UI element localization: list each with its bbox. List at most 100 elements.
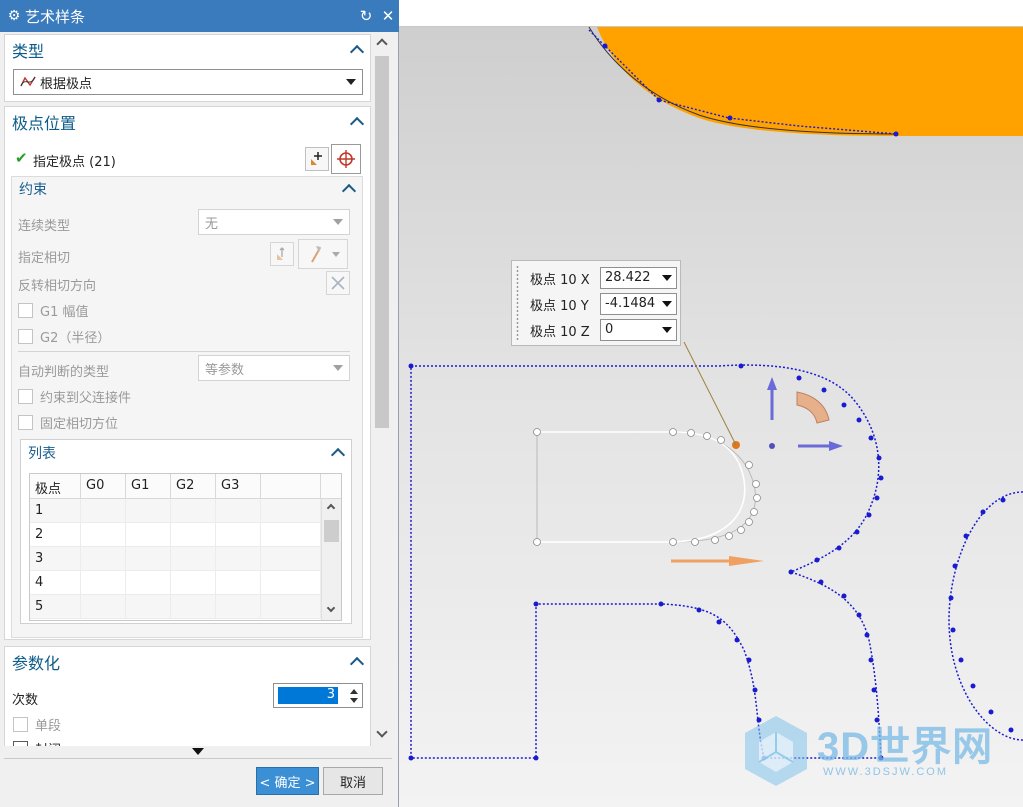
chevron-down-icon[interactable] [662,327,672,333]
model-canvas[interactable] [399,0,1023,807]
scroll-down-icon[interactable] [376,726,388,738]
continuity-dropdown[interactable]: 无 [198,209,350,235]
inferred-type-dropdown[interactable]: 等参数 [198,355,350,381]
fix-tangent-checkbox[interactable] [18,415,33,430]
g1-label: G1 幅值 [40,305,89,320]
column-header[interactable]: G0 [81,474,126,498]
coord-row-z: 极点 10 Z 0 [530,318,677,342]
collapse-icon[interactable] [350,117,364,127]
reset-icon[interactable]: ↻ [355,7,377,25]
pole-section-header[interactable]: 极点位置 [5,107,370,137]
g2-checkbox[interactable] [18,329,33,344]
scroll-up-icon[interactable] [376,38,388,50]
table-row[interactable]: 4 [30,571,341,595]
type-dropdown[interactable]: 根据极点 [13,69,363,95]
coord-y-value[interactable]: -4.1484 [605,296,655,311]
continuity-label: 连续类型 [18,219,71,234]
letter-o-outline [948,491,1023,741]
drag-handle[interactable] [515,265,520,341]
row-index: 3 [30,547,81,570]
collapse-icon[interactable] [342,184,356,194]
param-section-header[interactable]: 参数化 [5,647,370,677]
check-icon: ✔ [15,149,28,167]
chevron-down-icon[interactable] [662,275,672,281]
increment-icon[interactable] [350,689,358,694]
row-index: 2 [30,523,81,546]
g2-label: G2（半径） [40,331,111,346]
close-icon[interactable]: ✕ [377,7,399,25]
table-row[interactable]: 5 [30,595,341,619]
decrement-icon[interactable] [350,698,358,703]
scrollbar-thumb[interactable] [324,520,339,542]
single-segment-checkbox[interactable] [13,717,28,732]
column-header[interactable]: G3 [216,474,261,498]
chevron-down-icon [346,79,356,85]
coord-row-x: 极点 10 X 28.422 [530,266,677,290]
graphics-viewport[interactable]: 极点 10 X 28.422 极点 10 Y -4.1484 极点 10 Z 0 [399,0,1023,807]
inferred-type-value: 等参数 [205,362,245,378]
ok-button[interactable]: < 确定 > [256,767,319,795]
constraint-subsection: 约束 连续类型 无 指定相切 反转相切方向 G1 幅值 G2（半径） 自动判断的… [11,176,363,638]
table-row[interactable]: 3 [30,547,341,571]
dialog-titlebar: ⚙ 艺术样条 ↻ ✕ [0,0,399,32]
constraint-header[interactable]: 约束 [12,177,362,201]
gear-icon[interactable]: ⚙ [3,8,25,24]
watermark: 3D世界网 WWW.3DSJW.COM [737,708,1007,798]
collapse-icon[interactable] [331,448,345,458]
watermark-url: WWW.3DSJW.COM [823,766,948,778]
coord-x-value[interactable]: 28.422 [605,270,651,285]
coord-x-field[interactable]: 28.422 [600,267,677,289]
partial-label: 封闭 [35,739,61,746]
dialog-scrollbar[interactable] [372,34,392,746]
param-section-title: 参数化 [12,654,61,673]
point-constructor-icon[interactable] [331,144,361,174]
chevron-down-icon [333,365,343,371]
column-header [261,474,321,498]
column-header[interactable]: 极点 [30,474,81,498]
collapse-icon[interactable] [350,45,364,55]
manipulator-handles[interactable] [671,377,843,566]
collapse-icon[interactable] [350,657,364,667]
expand-more-icon[interactable] [192,748,204,755]
table-row[interactable]: 1 [30,499,341,523]
spline-poles-icon [20,76,36,87]
type-section-header[interactable]: 类型 [5,35,370,65]
coord-z-field[interactable]: 0 [600,319,677,341]
reverse-direction-icon[interactable] [326,271,350,295]
constraint-title: 约束 [19,182,47,198]
list-header[interactable]: 列表 [21,440,351,466]
degree-stepper[interactable]: 3 [273,683,363,708]
g1-checkbox[interactable] [18,303,33,318]
coord-z-label: 极点 10 Z [530,324,590,340]
tangent-vector-icon[interactable] [270,242,294,266]
cancel-button[interactable]: 取消 [323,767,383,795]
add-pole-icon[interactable] [305,147,329,171]
scroll-down-icon[interactable] [326,603,336,613]
vector-icon [311,246,321,263]
column-header[interactable]: G2 [171,474,216,498]
type-section: 类型 根据极点 [4,34,371,102]
dialog-scroll-area: 类型 根据极点 极点位置 ✔ 指定极点 (21) 约束 连续类型 无 指定相切 … [0,32,394,746]
pole-coordinate-box: 极点 10 X 28.422 极点 10 Y -4.1484 极点 10 Z 0 [511,260,681,346]
list-subsection: 列表 极点 G0 G1 G2 G3 1 2 3 4 5 [20,439,352,624]
row-index: 4 [30,571,81,594]
vector-dropdown[interactable] [298,239,348,269]
coord-z-value[interactable]: 0 [605,322,613,337]
letter-o-poles [948,497,1014,733]
partial-checkbox[interactable] [13,741,28,746]
row-index: 5 [30,595,81,618]
specify-pole-label: 指定极点 (21) [33,155,116,170]
coord-y-field[interactable]: -4.1484 [600,293,677,315]
table-scrollbar[interactable] [321,499,341,620]
degree-value[interactable]: 3 [278,687,338,704]
coord-row-y: 极点 10 Y -4.1484 [530,292,677,316]
constrain-parent-checkbox[interactable] [18,389,33,404]
table-body: 1 2 3 4 5 [30,499,341,619]
watermark-text: 3D世界网 [817,725,994,769]
scroll-up-icon[interactable] [326,503,336,513]
single-segment-label: 单段 [35,719,62,734]
scrollbar-thumb[interactable] [375,56,389,428]
table-row[interactable]: 2 [30,523,341,547]
column-header[interactable]: G1 [126,474,171,498]
chevron-down-icon[interactable] [662,301,672,307]
